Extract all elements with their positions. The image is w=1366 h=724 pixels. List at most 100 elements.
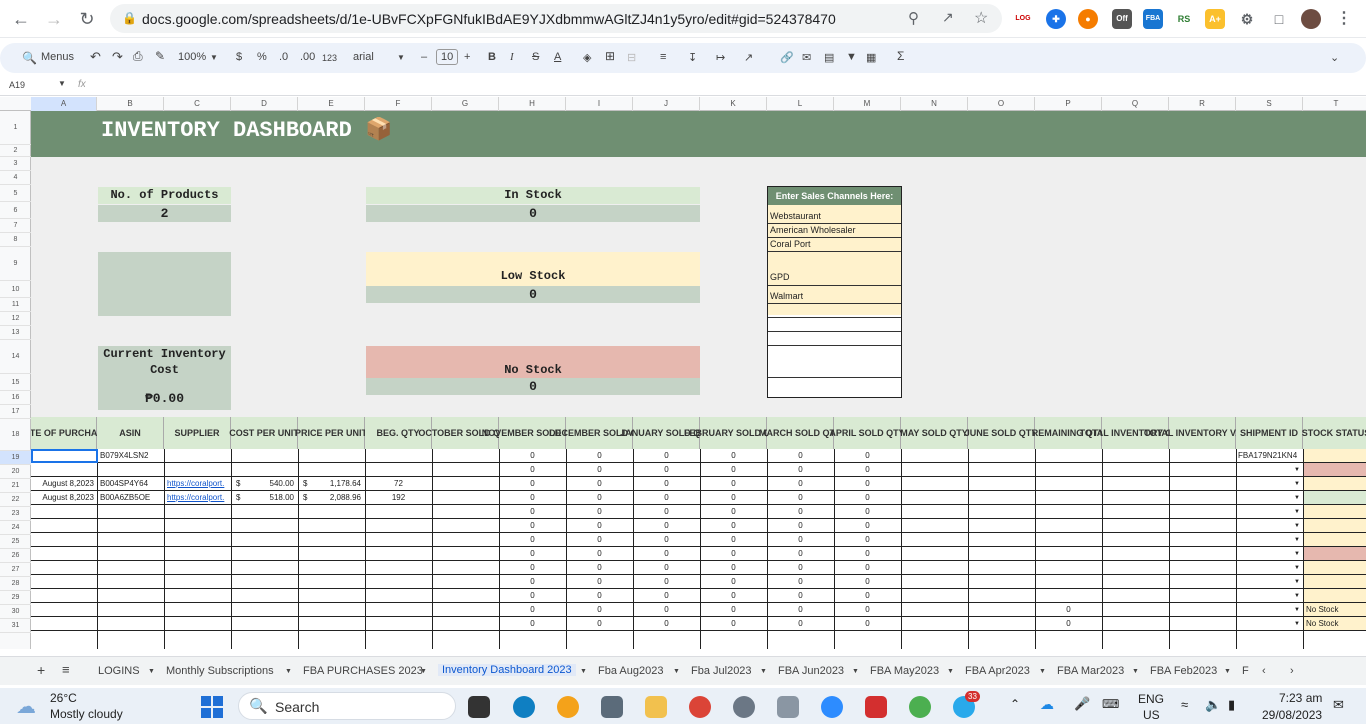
sheet-tab[interactable]: FBA PURCHASES 2023: [303, 665, 423, 677]
sheet-tab[interactable]: Fba Jul2023: [691, 665, 752, 677]
date-cell[interactable]: August 8,2023: [31, 477, 94, 491]
sold-qty-cell[interactable]: 0: [834, 617, 901, 631]
dropdown-chevron-icon[interactable]: ▼: [1293, 505, 1301, 519]
row-header[interactable]: 1: [0, 111, 31, 145]
row-header[interactable]: 2: [0, 145, 31, 157]
camera-icon[interactable]: [777, 696, 799, 718]
column-header[interactable]: D: [231, 97, 298, 111]
row-header[interactable]: 13: [0, 326, 31, 340]
valign-icon[interactable]: ↧: [688, 51, 697, 64]
fill-color-icon[interactable]: ◈: [583, 51, 591, 64]
sold-qty-cell[interactable]: 0: [767, 575, 834, 589]
align-icon[interactable]: ≡: [660, 51, 666, 63]
channel-item[interactable]: Walmart: [770, 291, 803, 301]
cost-cell[interactable]: 540.00: [231, 477, 294, 491]
sold-qty-cell[interactable]: 0: [499, 575, 566, 589]
sold-qty-cell[interactable]: 0: [834, 561, 901, 575]
supplier-link[interactable]: https://coralport.: [167, 491, 234, 505]
row-header[interactable]: 9: [0, 247, 31, 281]
asin-cell[interactable]: B079X4LSN2: [100, 449, 167, 463]
sheet-tab[interactable]: Monthly Subscriptions: [166, 665, 274, 677]
tab-menu-chevron-icon[interactable]: ▼: [1039, 668, 1046, 675]
name-box[interactable]: A19: [9, 80, 25, 90]
sold-qty-cell[interactable]: 0: [700, 505, 767, 519]
currency-format[interactable]: $: [236, 51, 242, 63]
price-cell[interactable]: 1,178.64: [298, 477, 361, 491]
sold-qty-cell[interactable]: 0: [499, 547, 566, 561]
channel-item[interactable]: Webstaurant: [770, 211, 821, 221]
language-eng[interactable]: ENG: [1138, 692, 1164, 706]
sold-qty-cell[interactable]: 0: [700, 575, 767, 589]
language-us[interactable]: US: [1143, 708, 1160, 722]
dropdown-chevron-icon[interactable]: ▼: [1293, 477, 1301, 491]
sold-qty-cell[interactable]: 0: [700, 561, 767, 575]
tab-menu-chevron-icon[interactable]: ▼: [760, 668, 767, 675]
channel-item[interactable]: GPD: [770, 272, 790, 282]
sold-qty-cell[interactable]: 0: [633, 603, 700, 617]
column-header[interactable]: B: [97, 97, 164, 111]
sold-qty-cell[interactable]: 0: [700, 477, 767, 491]
extension-blue-icon[interactable]: ✚: [1046, 9, 1066, 29]
stock-status-cell[interactable]: [1303, 505, 1366, 518]
column-header[interactable]: A: [31, 97, 97, 111]
font-chevron-icon[interactable]: ▼: [397, 53, 405, 62]
sidepanel-icon[interactable]: □: [1269, 9, 1289, 29]
sold-qty-cell[interactable]: 0: [834, 575, 901, 589]
zoom-select[interactable]: 100%: [178, 51, 206, 63]
sold-qty-cell[interactable]: 0: [566, 575, 633, 589]
tab-menu-chevron-icon[interactable]: ▼: [580, 668, 587, 675]
redo-icon[interactable]: ↷: [112, 49, 123, 65]
zoom-icon[interactable]: ⚲: [908, 9, 919, 27]
forward-icon[interactable]: →: [42, 7, 66, 31]
sold-qty-cell[interactable]: 0: [566, 561, 633, 575]
sold-qty-cell[interactable]: 0: [566, 603, 633, 617]
sheet-tab[interactable]: FBA Feb2023: [1150, 665, 1217, 677]
more-formats[interactable]: 123: [322, 53, 337, 63]
chrome-profile-icon[interactable]: [909, 696, 931, 718]
sold-qty-cell[interactable]: 0: [566, 477, 633, 491]
sold-qty-cell[interactable]: 0: [566, 589, 633, 603]
stock-status-cell[interactable]: [1303, 477, 1366, 490]
windows-start-icon[interactable]: [201, 696, 223, 718]
rotate-icon[interactable]: ↗: [744, 51, 753, 64]
column-header[interactable]: H: [499, 97, 566, 111]
sold-qty-cell[interactable]: 0: [834, 477, 901, 491]
clock-date[interactable]: 29/08/2023: [1262, 708, 1322, 722]
stock-status-cell[interactable]: [1303, 449, 1366, 462]
settings-icon[interactable]: [733, 696, 755, 718]
weather-temp[interactable]: 26°C: [50, 691, 77, 705]
sold-qty-cell[interactable]: 0: [566, 533, 633, 547]
column-header[interactable]: S: [1236, 97, 1303, 111]
column-header[interactable]: O: [968, 97, 1035, 111]
undo-icon[interactable]: ↶: [90, 49, 101, 65]
row-header[interactable]: 8: [0, 233, 31, 247]
wifi-icon[interactable]: ≈: [1181, 697, 1188, 712]
sold-qty-cell[interactable]: 0: [834, 547, 901, 561]
sold-qty-cell[interactable]: 0: [834, 463, 901, 477]
dropdown-chevron-icon[interactable]: ▼: [1293, 561, 1301, 575]
tab-menu-chevron-icon[interactable]: ▼: [148, 668, 155, 675]
sold-qty-cell[interactable]: 0: [767, 449, 834, 463]
price-cell[interactable]: 2,088.96: [298, 491, 361, 505]
sold-qty-cell[interactable]: 0: [834, 505, 901, 519]
sold-qty-cell[interactable]: 0: [700, 491, 767, 505]
notifications-icon[interactable]: ✉: [1333, 697, 1344, 713]
stock-status-cell[interactable]: [1303, 463, 1366, 476]
cost-cell[interactable]: 518.00: [231, 491, 294, 505]
stock-status-cell[interactable]: [1303, 547, 1366, 560]
dropdown-chevron-icon[interactable]: ▼: [1293, 603, 1301, 617]
paint-format-icon[interactable]: ✎: [155, 49, 165, 63]
extension-orange-icon[interactable]: ●: [1078, 9, 1098, 29]
strikethrough-icon[interactable]: S: [532, 51, 539, 63]
sold-qty-cell[interactable]: 0: [767, 547, 834, 561]
sold-qty-cell[interactable]: 0: [566, 617, 633, 631]
stock-status-text[interactable]: No Stock: [1306, 603, 1366, 617]
sold-qty-cell[interactable]: 0: [633, 575, 700, 589]
stock-status-cell[interactable]: [1303, 589, 1366, 602]
name-box-chevron-icon[interactable]: ▼: [58, 79, 66, 88]
dropdown-chevron-icon[interactable]: ▼: [1293, 519, 1301, 533]
row-header[interactable]: 30: [0, 605, 31, 619]
decrease-decimal[interactable]: .0: [279, 51, 288, 63]
add-sheet-button[interactable]: +: [37, 662, 45, 678]
stock-status-cell[interactable]: [1303, 533, 1366, 546]
